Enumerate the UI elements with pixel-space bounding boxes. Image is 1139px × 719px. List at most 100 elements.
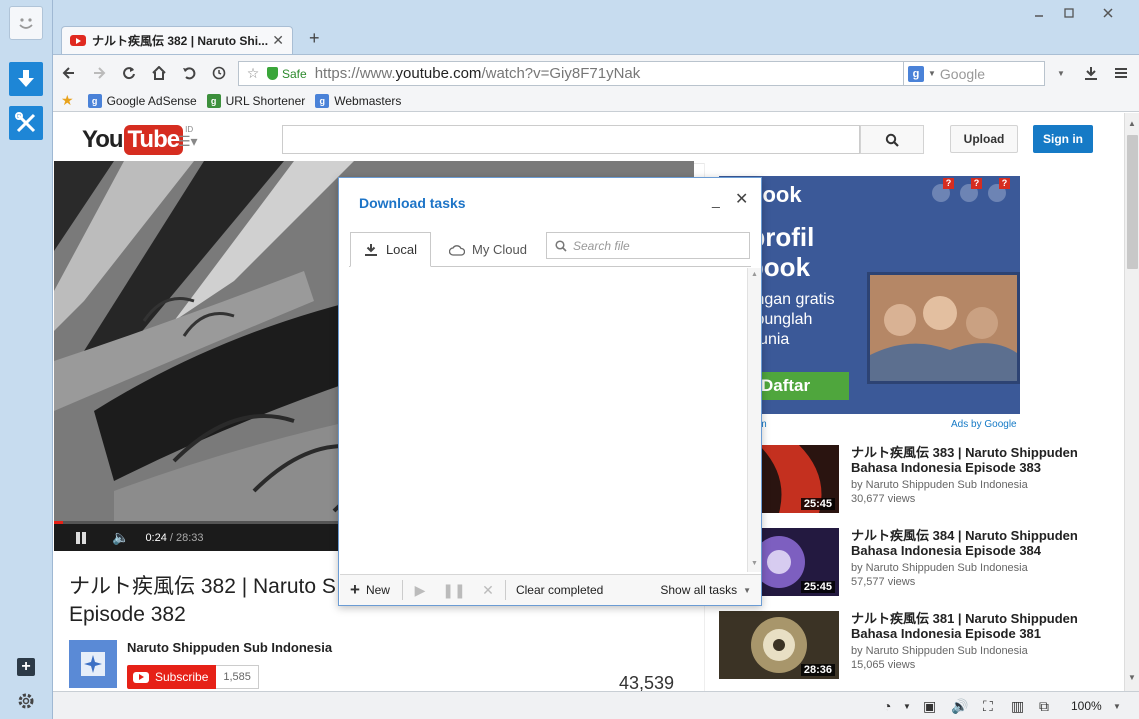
url-shortener-icon: g bbox=[206, 93, 221, 108]
url-text[interactable]: https://www.youtube.com/watch?v=Giy8F71y… bbox=[315, 65, 903, 82]
fullscreen-icon[interactable]: ⛶ bbox=[983, 698, 993, 715]
related-video[interactable]: 25:45 ナルト疾風伝 384 | Naruto Shippuden Baha… bbox=[719, 528, 1119, 598]
tab-local[interactable]: Local bbox=[350, 232, 431, 267]
window-close-icon[interactable] bbox=[1086, 4, 1130, 22]
youtube-play-icon bbox=[133, 671, 149, 683]
browser-toolbar: ☆ Safe https://www.youtube.com/watch?v=G… bbox=[53, 54, 1139, 90]
facebook-ad[interactable]: facebook at profil cebook ar dengan grat… bbox=[719, 176, 1020, 414]
upload-button[interactable]: Upload bbox=[950, 125, 1018, 153]
search-placeholder: Google bbox=[939, 65, 986, 82]
related-title[interactable]: ナルト疾風伝 384 | Naruto Shippuden Bahasa Ind… bbox=[851, 528, 1111, 558]
split-view-icon[interactable]: ⧉ bbox=[1039, 698, 1049, 715]
browser-tab[interactable]: ナルト疾風伝 382 | Naruto Shi... ✕ bbox=[61, 26, 293, 54]
start-icon[interactable]: ▶ bbox=[403, 582, 437, 599]
related-video[interactable]: 25:45 ナルト疾風伝 383 | Naruto Shippuden Baha… bbox=[719, 445, 1119, 515]
toolbar-menu-chevron-icon[interactable]: ▼ bbox=[1051, 63, 1071, 83]
message-icon bbox=[960, 178, 982, 202]
subscribe-widget: Subscribe 1,585 bbox=[127, 665, 259, 689]
show-all-tasks-dropdown[interactable]: Show all tasks ▼ bbox=[660, 583, 751, 597]
sound-icon[interactable]: 🔊 bbox=[951, 698, 968, 715]
clear-completed-button[interactable]: Clear completed bbox=[516, 583, 603, 597]
undo-icon[interactable] bbox=[179, 63, 199, 83]
scroll-down-icon[interactable]: ▼ bbox=[1128, 673, 1136, 682]
subscribe-button[interactable]: Subscribe bbox=[127, 665, 217, 689]
sidebar: + bbox=[0, 0, 53, 719]
scroll-down-icon[interactable]: ▼ bbox=[751, 560, 758, 567]
ads-by-google[interactable]: Ads by Google bbox=[951, 419, 1017, 430]
youtube-search-input[interactable] bbox=[282, 125, 860, 154]
page-scrollbar[interactable]: ▲ ▼ bbox=[1124, 113, 1139, 691]
tools-icon[interactable] bbox=[9, 106, 43, 140]
related-views: 57,577 views bbox=[851, 576, 916, 588]
task-list-scrollbar[interactable]: ▲ ▼ bbox=[747, 268, 761, 572]
related-title[interactable]: ナルト疾風伝 383 | Naruto Shippuden Bahasa Ind… bbox=[851, 445, 1111, 475]
menu-icon[interactable] bbox=[1111, 63, 1131, 83]
zoom-dropdown-icon[interactable]: ▼ bbox=[1113, 702, 1121, 711]
download-tasks-panel: Download tasks _ ✕ Local My Cloud Search… bbox=[338, 177, 762, 606]
current-time: 0:24 bbox=[145, 531, 167, 544]
volume-icon[interactable]: 🔈 bbox=[112, 529, 129, 546]
gear-icon[interactable] bbox=[15, 690, 37, 712]
chevron-down-icon: ▼ bbox=[743, 585, 751, 595]
panel-minimize-icon[interactable]: _ bbox=[712, 192, 720, 208]
pause-icon[interactable]: ❚❚ bbox=[437, 582, 471, 599]
add-icon[interactable]: + bbox=[17, 658, 35, 676]
panel-close-icon[interactable]: ✕ bbox=[735, 189, 748, 209]
chevron-down-icon[interactable]: ▼ bbox=[903, 702, 911, 711]
search-file-input[interactable]: Search file bbox=[546, 232, 750, 259]
delete-icon[interactable]: ✕ bbox=[471, 582, 505, 599]
bookmark-google-adsense[interactable]: g Google AdSense bbox=[87, 93, 197, 108]
address-bar[interactable]: ☆ Safe https://www.youtube.com/watch?v=G… bbox=[238, 61, 948, 86]
related-views: 30,677 views bbox=[851, 493, 916, 505]
scrollbar-thumb[interactable] bbox=[1127, 135, 1138, 269]
image-toggle-icon[interactable]: ▣ bbox=[923, 698, 936, 715]
minimize-icon[interactable] bbox=[1026, 4, 1052, 22]
tab-close-icon[interactable]: ✕ bbox=[272, 32, 284, 49]
forward-arrow-icon[interactable] bbox=[89, 63, 109, 83]
right-column: facebook at profil cebook ar dengan grat… bbox=[704, 163, 1124, 691]
related-thumbnail[interactable]: 28:36 bbox=[719, 611, 839, 679]
youtube-search-button[interactable] bbox=[860, 125, 924, 154]
google-icon[interactable]: g bbox=[908, 65, 924, 82]
back-arrow-icon[interactable] bbox=[59, 63, 79, 83]
home-icon[interactable] bbox=[149, 63, 169, 83]
reader-mode-icon[interactable]: ▥ bbox=[1011, 698, 1024, 715]
downloads-icon[interactable] bbox=[1081, 63, 1101, 83]
speed-dial-icon[interactable]: ◔ bbox=[883, 698, 891, 714]
sign-in-button[interactable]: Sign in bbox=[1033, 125, 1093, 153]
scroll-up-icon[interactable]: ▲ bbox=[1128, 119, 1136, 128]
shield-icon bbox=[267, 67, 278, 80]
bookmark-url-shortener[interactable]: g URL Shortener bbox=[206, 93, 305, 108]
tab-title: ナルト疾風伝 382 | Naruto Shi... bbox=[92, 34, 269, 48]
bookmark-webmasters[interactable]: g Webmasters bbox=[315, 93, 401, 108]
download-icon[interactable] bbox=[9, 62, 43, 96]
tab-my-cloud[interactable]: My Cloud bbox=[443, 232, 533, 267]
scroll-up-icon[interactable]: ▲ bbox=[751, 271, 758, 278]
video-duration: / 28:33 bbox=[169, 531, 204, 544]
zoom-level[interactable]: 100% bbox=[1071, 699, 1102, 713]
google-icon: g bbox=[87, 93, 102, 108]
channel-avatar[interactable] bbox=[69, 640, 117, 688]
related-title[interactable]: ナルト疾風伝 381 | Naruto Shippuden Bahasa Ind… bbox=[851, 611, 1111, 641]
guide-menu-icon[interactable]: ☰▾ bbox=[178, 133, 198, 150]
smile-icon[interactable] bbox=[9, 6, 43, 40]
new-task-button[interactable]: + New bbox=[350, 580, 390, 600]
pause-icon[interactable] bbox=[76, 531, 86, 544]
bookmark-star-icon[interactable]: ☆ bbox=[239, 65, 267, 82]
local-download-icon bbox=[364, 243, 377, 256]
reload-icon[interactable] bbox=[119, 63, 139, 83]
maximize-icon[interactable] bbox=[1056, 4, 1082, 22]
new-tab-button[interactable]: + bbox=[309, 28, 320, 49]
history-icon[interactable] bbox=[209, 63, 229, 83]
youtube-logo[interactable]: You Tube ID bbox=[82, 125, 193, 155]
channel-name[interactable]: Naruto Shippuden Sub Indonesia bbox=[127, 640, 332, 655]
title-bar: ナルト疾風伝 382 | Naruto Shi... ✕ + bbox=[53, 0, 1139, 54]
safe-badge[interactable]: Safe bbox=[267, 67, 307, 81]
subscriber-count: 1,585 bbox=[216, 665, 259, 689]
related-channel: by Naruto Shippuden Sub Indonesia bbox=[851, 562, 1028, 574]
bookmarks-star-icon[interactable]: ★ bbox=[61, 92, 74, 109]
related-video[interactable]: 28:36 ナルト疾風伝 381 | Naruto Shippuden Baha… bbox=[719, 611, 1119, 681]
google-icon: g bbox=[315, 93, 330, 108]
chevron-down-icon[interactable]: ▼ bbox=[928, 69, 936, 78]
search-engine-box[interactable]: g ▼ Google bbox=[903, 61, 1045, 86]
